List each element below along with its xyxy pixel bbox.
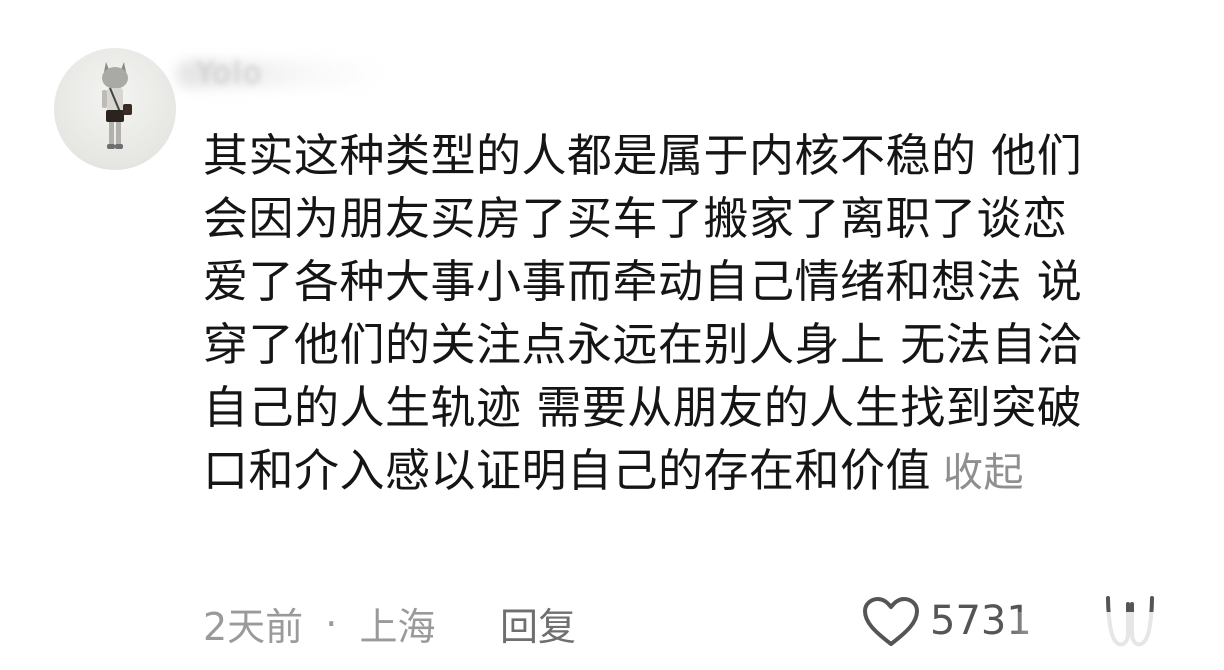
figurine-avatar-icon [102,62,132,149]
collapse-button[interactable]: 收起 [943,450,1024,496]
comment-line: 口和介入感以证明自己的存在和价值 [203,444,932,497]
username-text: Yolo [196,56,264,91]
comment-line: 穿了他们的关注点永远在别人身上 无法自洽 [203,318,1083,371]
comment-line-last: 口和介入感以证明自己的存在和价值 收起 [203,439,1193,502]
username[interactable]: Yolo [176,52,396,94]
avatar[interactable] [54,48,176,170]
comment-line: 自己的人生轨迹 需要从朋友的人生找到突破 [203,381,1083,434]
comment-item: Yolo 其实这种类型的人都是属于内核不稳的 他们 会因为朋友买房了买车了搬家了… [0,0,1224,670]
comment-location: 上海 [359,605,436,649]
comment-text: 其实这种类型的人都是属于内核不稳的 他们 会因为朋友买房了买车了搬家了离职了谈恋… [203,124,1193,502]
comment-line: 会因为朋友买房了买车了搬家了离职了谈恋 [203,192,1068,245]
heart-outline-icon [863,597,919,646]
watermark-overlay [1000,612,1224,658]
meta-separator: · [325,601,338,646]
reply-button[interactable]: 回复 [500,596,576,651]
comment-meta: 2天前 · 上海 [203,596,435,652]
comment-line: 爱了各种大事小事而牵动自己情绪和想法 说 [203,255,1083,308]
comment-time: 2天前 [203,605,304,649]
comment-line: 其实这种类型的人都是属于内核不稳的 他们 [203,129,1083,182]
